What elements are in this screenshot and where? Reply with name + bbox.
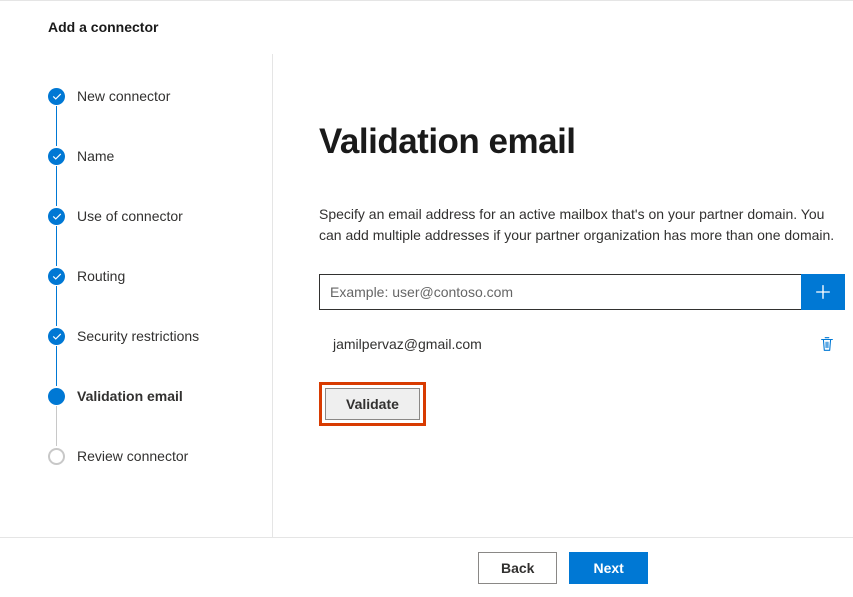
step-routing[interactable]: Routing xyxy=(48,264,272,288)
next-button[interactable]: Next xyxy=(569,552,647,584)
check-icon xyxy=(48,268,65,285)
trash-icon xyxy=(818,335,836,353)
validate-button[interactable]: Validate xyxy=(325,388,420,420)
step-new-connector[interactable]: New connector xyxy=(48,84,272,108)
plus-icon xyxy=(814,283,832,301)
delete-email-button[interactable] xyxy=(815,332,839,356)
step-label: Validation email xyxy=(77,388,183,404)
check-icon xyxy=(48,148,65,165)
main-content: Validation email Specify an email addres… xyxy=(273,54,853,544)
step-use-of-connector[interactable]: Use of connector xyxy=(48,204,272,228)
check-icon xyxy=(48,328,65,345)
step-label: Name xyxy=(77,148,114,164)
email-address-text: jamilpervaz@gmail.com xyxy=(333,336,815,352)
step-label: New connector xyxy=(77,88,170,104)
add-email-button[interactable] xyxy=(801,274,845,310)
page-heading: Validation email xyxy=(319,122,845,162)
validate-highlight: Validate xyxy=(319,382,426,426)
check-icon xyxy=(48,208,65,225)
step-label: Security restrictions xyxy=(77,328,199,344)
email-list-item: jamilpervaz@gmail.com xyxy=(319,324,845,364)
pending-step-icon xyxy=(48,448,65,465)
step-review-connector[interactable]: Review connector xyxy=(48,444,272,468)
email-input[interactable] xyxy=(319,274,801,310)
dialog-footer: Back Next xyxy=(0,537,853,597)
current-step-icon xyxy=(48,388,65,405)
step-security-restrictions[interactable]: Security restrictions xyxy=(48,324,272,348)
instructions-text: Specify an email address for an active m… xyxy=(319,204,845,246)
step-label: Use of connector xyxy=(77,208,183,224)
step-label: Review connector xyxy=(77,448,188,464)
step-label: Routing xyxy=(77,268,125,284)
step-validation-email[interactable]: Validation email xyxy=(48,384,272,408)
step-navigation: New connector Name Use of connector xyxy=(0,54,273,544)
check-icon xyxy=(48,88,65,105)
step-name[interactable]: Name xyxy=(48,144,272,168)
back-button[interactable]: Back xyxy=(478,552,557,584)
dialog-title: Add a connector xyxy=(0,1,853,53)
